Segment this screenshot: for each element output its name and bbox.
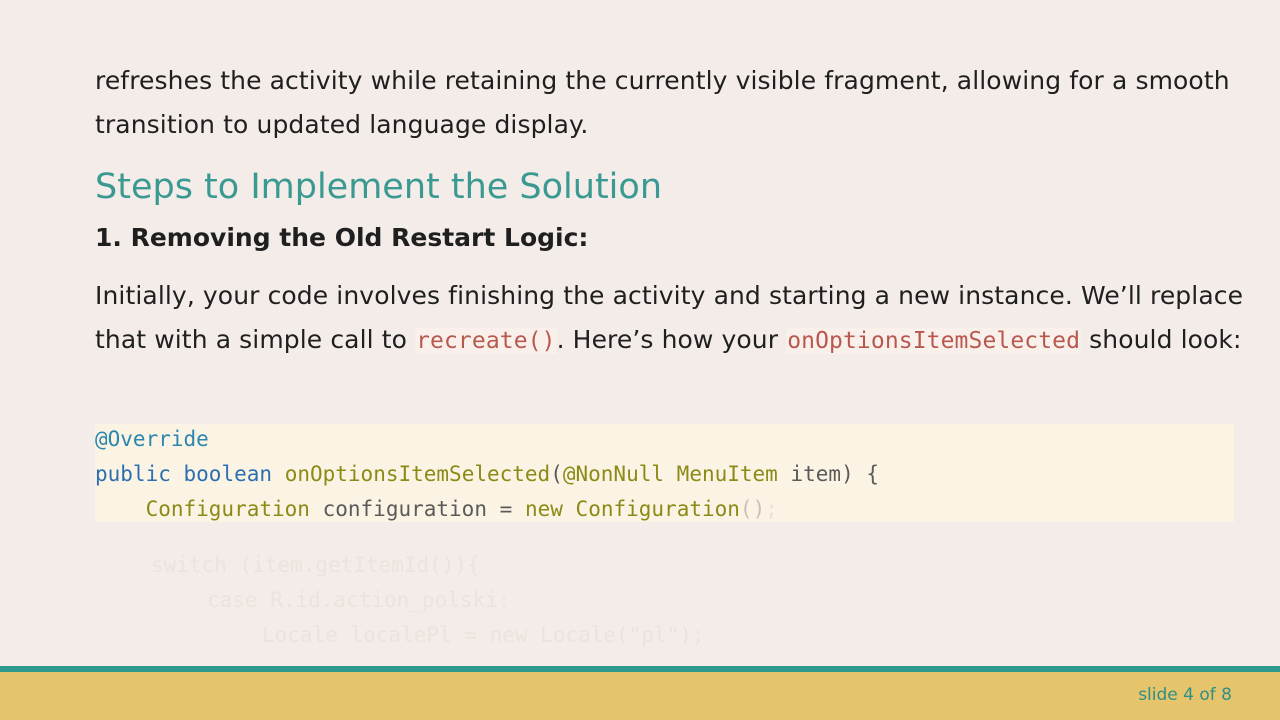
code-block: @Override public boolean onOptionsItemSe… bbox=[95, 424, 1234, 522]
inline-code-method: onOptionsItemSelected bbox=[786, 328, 1082, 354]
faded-code-line: switch (item.getItemId()){ bbox=[151, 553, 480, 577]
code-method-name: onOptionsItemSelected bbox=[284, 462, 551, 486]
code-type: Configuration bbox=[145, 497, 310, 521]
inline-code-recreate: recreate() bbox=[415, 328, 557, 354]
section-heading: Steps to Implement the Solution bbox=[95, 167, 663, 207]
code-param: item bbox=[790, 462, 842, 486]
code-type: MenuItem bbox=[676, 462, 778, 486]
step-text-part2: . Here’s how your bbox=[556, 325, 787, 354]
code-line: @Override bbox=[95, 424, 209, 454]
code-punct: ) { bbox=[841, 462, 879, 486]
code-keyword: new bbox=[524, 497, 563, 521]
faded-code-line: case R.id.action_polski: bbox=[207, 588, 511, 612]
code-annotation: @NonNull bbox=[562, 462, 665, 486]
step-text-part3: should look: bbox=[1081, 325, 1242, 354]
code-type: Configuration bbox=[575, 497, 740, 521]
code-line: Configuration configuration = new Config… bbox=[95, 494, 778, 524]
step-title: 1. Removing the Old Restart Logic: bbox=[95, 223, 589, 252]
intro-paragraph: refreshes the activity while retaining t… bbox=[95, 66, 1230, 139]
code-punct: ; bbox=[765, 497, 778, 521]
slide-number: slide 4 of 8 bbox=[1138, 685, 1232, 705]
step-paragraph: Initially, your code involves finishing … bbox=[95, 274, 1245, 363]
code-keyword: boolean bbox=[183, 462, 273, 486]
code-annotation: @Override bbox=[95, 427, 209, 451]
footer-bar: slide 4 of 8 bbox=[0, 672, 1280, 720]
code-variable: configuration bbox=[322, 497, 487, 521]
code-punct: ( bbox=[550, 462, 563, 486]
code-punct: () bbox=[739, 497, 766, 521]
faded-code-line: Locale localePl = new Locale("pl"); bbox=[262, 623, 705, 647]
code-line: public boolean onOptionsItemSelected(@No… bbox=[95, 459, 879, 489]
code-keyword: public bbox=[95, 462, 171, 486]
code-operator: = bbox=[499, 497, 513, 521]
